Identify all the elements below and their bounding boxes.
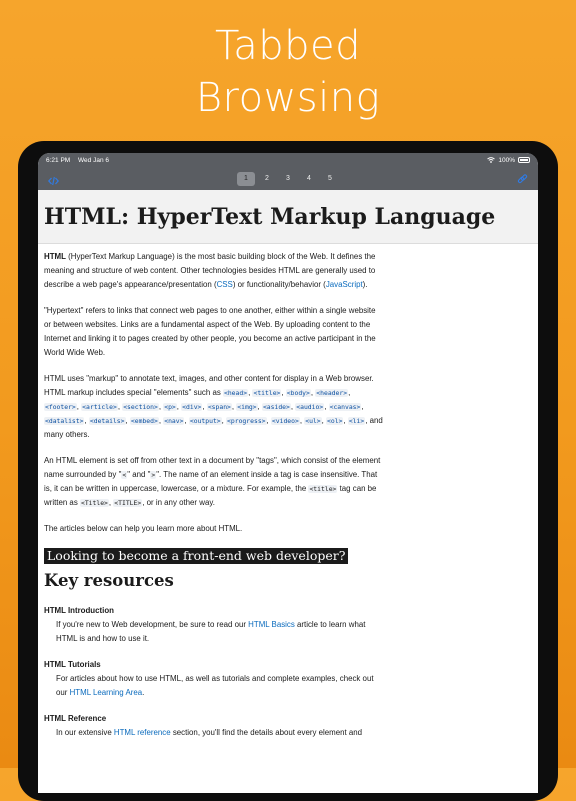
element-code[interactable]: <header> [315, 389, 349, 397]
resource-list: HTML Introduction If you're new to Web de… [44, 604, 384, 740]
status-bar: 6:21 PM Wed Jan 6 100% [38, 153, 538, 167]
browser-toolbar: 12345 [38, 167, 538, 190]
tablet-frame: 6:21 PM Wed Jan 6 100% 1 2 3 4 5 HTML: H… [18, 141, 558, 801]
battery-percent: 100% [498, 156, 515, 164]
promo-line-2: Browsing [195, 75, 381, 121]
cta-banner[interactable]: Looking to become a front-end web develo… [44, 548, 349, 564]
text: " and " [127, 470, 151, 479]
text: section, you'll find the details about e… [170, 728, 363, 737]
element-code[interactable]: <img> [236, 403, 258, 411]
battery-icon [518, 157, 530, 163]
resource-term: HTML Introduction [44, 606, 114, 615]
element-code[interactable]: <head> [222, 389, 249, 397]
element-code[interactable]: <embed> [129, 417, 159, 425]
text: . [142, 688, 145, 697]
key-resources-heading: Key resources [44, 571, 174, 590]
paragraph-markup: HTML uses "markup" to annotate text, ima… [44, 372, 384, 442]
link-javascript[interactable]: JavaScript [326, 280, 363, 289]
code-title-upper: <TITLE> [113, 499, 143, 507]
element-code[interactable]: <p> [163, 403, 177, 411]
page-title: HTML: HyperText Markup Language [44, 203, 496, 230]
element-code[interactable]: <details> [88, 417, 126, 425]
element-code[interactable]: <div> [181, 403, 203, 411]
element-code[interactable]: <video> [270, 417, 300, 425]
code-title: <title> [308, 485, 338, 493]
resource-link[interactable]: HTML Learning Area [70, 688, 143, 697]
status-time: 6:21 PM [46, 156, 71, 164]
element-code[interactable]: <nav> [163, 417, 185, 425]
resource-link[interactable]: HTML reference [114, 728, 171, 737]
paragraph-articles: The articles below can help you learn mo… [44, 524, 243, 533]
code-icon[interactable] [47, 173, 60, 191]
tab-5[interactable]: 5 [321, 172, 339, 186]
element-code[interactable]: <title> [252, 389, 282, 397]
resource-description: If you're new to Web development, be sur… [56, 618, 384, 646]
resource-description: In our extensive HTML reference section,… [56, 726, 384, 740]
resource-term: HTML Tutorials [44, 660, 101, 669]
article-content: HTML (HyperText Markup Language) is the … [38, 244, 384, 740]
element-code[interactable]: <audio> [295, 403, 325, 411]
text: ). [362, 280, 368, 289]
resource-term: HTML Reference [44, 714, 107, 723]
element-code[interactable]: <article> [81, 403, 118, 411]
element-code[interactable]: <footer> [44, 403, 77, 411]
text: , or in any other way. [142, 498, 215, 507]
browser-screen: 6:21 PM Wed Jan 6 100% 1 2 3 4 5 HTML: H… [38, 153, 538, 793]
tab-4[interactable]: 4 [300, 172, 318, 186]
paragraph-tags: An HTML element is set off from other te… [44, 454, 384, 510]
promo-line-1: Tabbed [214, 23, 362, 69]
element-code[interactable]: <span> [206, 403, 232, 411]
tab-2[interactable]: 2 [258, 172, 276, 186]
wifi-icon [487, 157, 496, 163]
element-code[interactable]: <body> [285, 389, 311, 397]
element-code[interactable]: <canvas> [328, 403, 362, 411]
resource-link[interactable]: HTML Basics [248, 620, 295, 629]
element-code[interactable]: <progress> [226, 417, 267, 425]
text: In our extensive [56, 728, 114, 737]
tab-strip: 12345 [237, 171, 339, 186]
element-code[interactable]: <li> [347, 417, 366, 425]
element-code[interactable]: <aside> [261, 403, 291, 411]
text: If you're new to Web development, be sur… [56, 620, 249, 629]
element-code[interactable]: <output> [188, 417, 222, 425]
term-html: HTML [44, 252, 66, 261]
element-code[interactable]: <ol> [326, 417, 344, 425]
code-title-mixed: <Title> [79, 499, 109, 507]
tab-1[interactable]: 1 [237, 171, 255, 186]
element-code[interactable]: <section> [122, 403, 159, 411]
resource-description: For articles about how to use HTML, as w… [56, 672, 384, 700]
tab-3[interactable]: 3 [279, 172, 297, 186]
element-code[interactable]: <ul> [304, 417, 322, 425]
article-header: HTML: HyperText Markup Language [38, 190, 538, 244]
status-date: Wed Jan 6 [78, 156, 109, 164]
element-code[interactable]: <datalist> [44, 417, 85, 425]
paragraph-intro: HTML (HyperText Markup Language) is the … [44, 250, 384, 292]
promo-headline: Tabbed Browsing [0, 20, 576, 124]
link-icon[interactable] [517, 172, 528, 190]
paragraph-hypertext: "Hypertext" refers to links that connect… [44, 306, 376, 357]
text: ) or functionality/behavior ( [232, 280, 326, 289]
link-css[interactable]: CSS [217, 280, 233, 289]
